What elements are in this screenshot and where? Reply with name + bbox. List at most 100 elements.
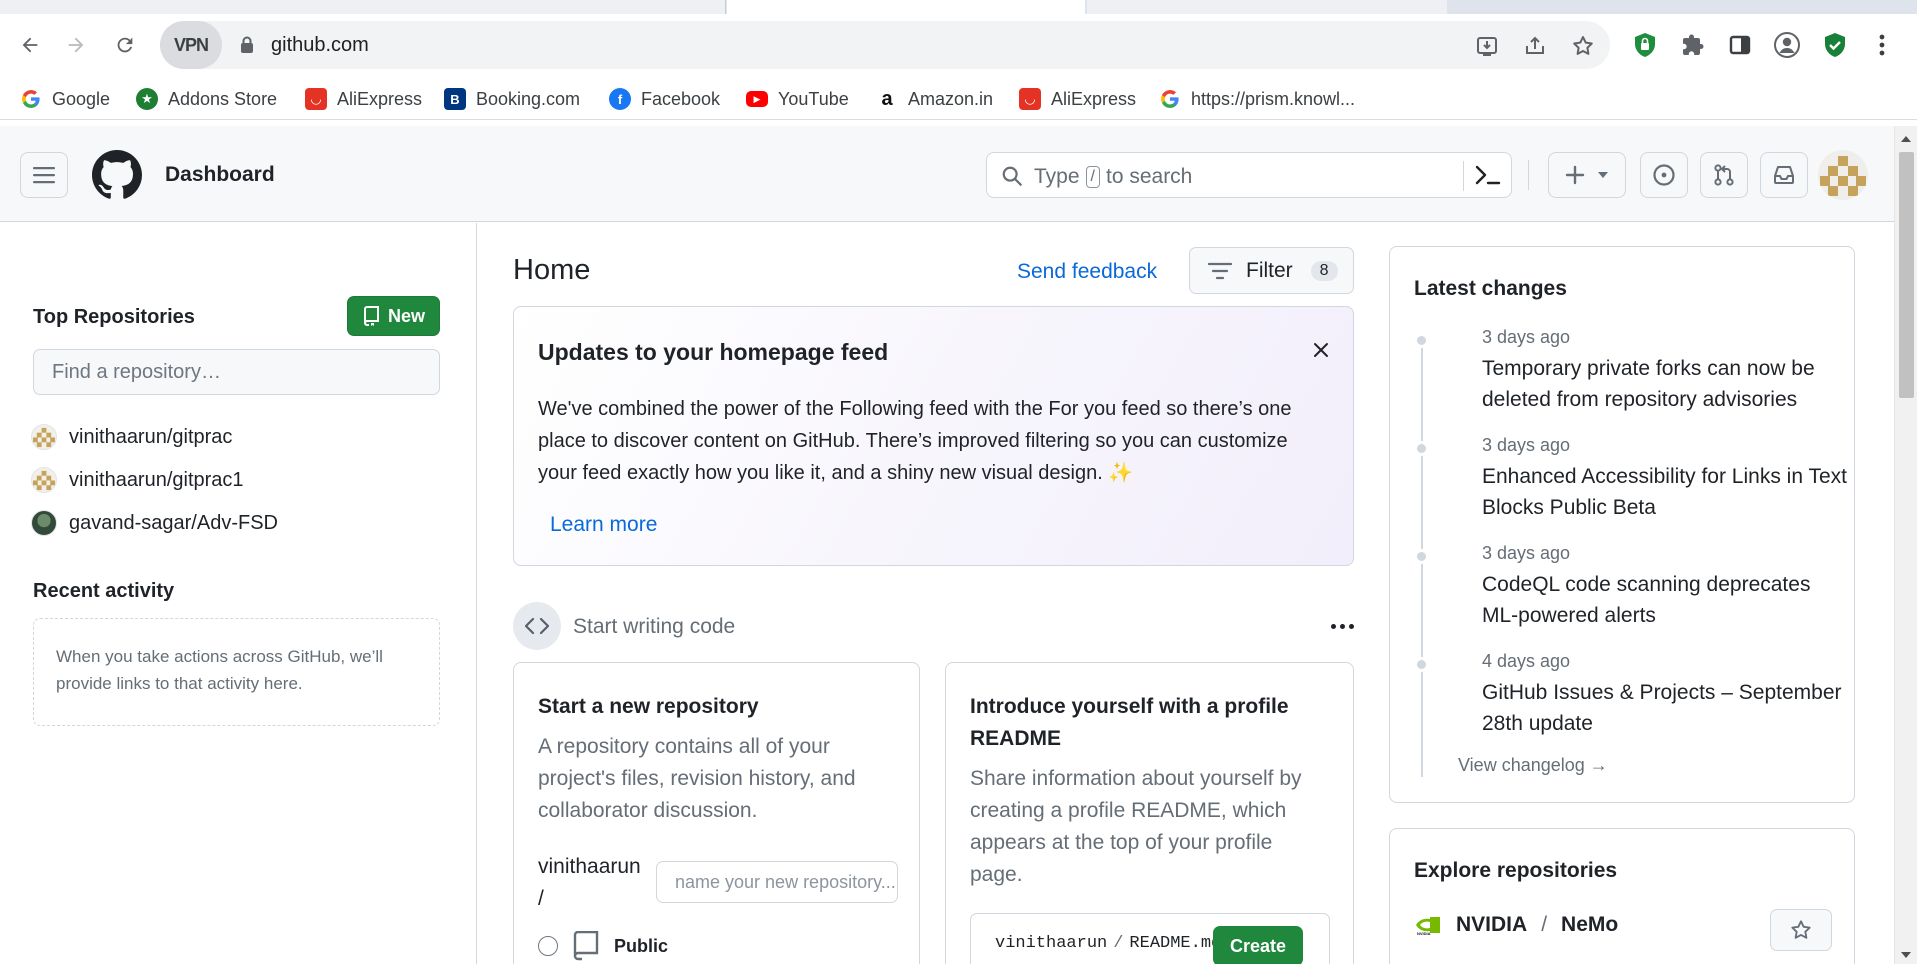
bookmark-label: YouTube (778, 88, 849, 109)
google-icon (1159, 88, 1181, 110)
readme-path-separator: / (1113, 934, 1124, 953)
adblock-shield-icon[interactable] (1630, 30, 1660, 60)
changelog-title-link[interactable]: GitHub Issues & Projects – September 28t… (1482, 677, 1852, 739)
changelog-date: 4 days ago (1482, 651, 1571, 671)
bookmark-addons-store[interactable]: ★ Addons Store (136, 84, 277, 114)
recent-activity-empty-state: When you take actions across GitHub, we’… (33, 618, 440, 726)
public-radio[interactable] (538, 936, 558, 956)
search-shortcut-key: / (1085, 166, 1100, 188)
changelog-date: 3 days ago (1482, 435, 1571, 455)
search-input[interactable]: Type / to search (986, 152, 1512, 198)
view-changelog-link[interactable]: View changelog → (1458, 755, 1608, 776)
bookmark-youtube[interactable]: ▶ YouTube (746, 84, 849, 114)
readme-path-file: README.md (1129, 934, 1222, 953)
address-bar[interactable]: VPN github.com (160, 21, 1610, 69)
url-text[interactable]: github.com (271, 34, 369, 57)
browser-tab-active[interactable] (727, 0, 1085, 14)
forward-icon[interactable] (61, 30, 91, 60)
search-placeholder: Type / to search (1034, 165, 1192, 189)
card-description: A repository contains all of your projec… (538, 735, 856, 822)
timeline-dot (1414, 441, 1429, 456)
explore-repo-name: NeMo (1561, 913, 1619, 936)
vpn-icon[interactable]: VPN (160, 21, 222, 69)
bookmark-aliexpress[interactable]: ◡ AliExpress (305, 84, 422, 114)
bookmark-label: Google (52, 88, 111, 109)
bookmark-aliexpress[interactable]: ◡ AliExpress (1019, 84, 1136, 114)
pull-requests-button[interactable] (1700, 152, 1748, 198)
aliexpress-icon: ◡ (305, 88, 327, 110)
star-icon (1791, 920, 1811, 939)
filter-button[interactable]: Filter 8 (1189, 247, 1354, 294)
more-options-icon[interactable] (1326, 614, 1358, 638)
profile-icon[interactable] (1772, 30, 1802, 60)
star-repo-button[interactable] (1770, 909, 1832, 951)
bookmark-booking[interactable]: B Booking.com (444, 84, 580, 114)
create-new-dropdown-button[interactable] (1548, 152, 1626, 198)
bookmark-star-icon[interactable] (1570, 33, 1596, 59)
bookmark-label: Amazon.in (908, 88, 994, 109)
reload-icon[interactable] (110, 30, 140, 60)
explore-repo-separator: / (1541, 913, 1548, 936)
find-repository-input[interactable] (33, 349, 440, 395)
scroll-up-arrow-icon[interactable] (1901, 136, 1911, 142)
security-check-icon[interactable] (1820, 30, 1850, 60)
nvidia-logo-icon: NVIDIA (1414, 914, 1442, 936)
chrome-menu-icon[interactable] (1867, 30, 1897, 60)
page-context-title[interactable]: Dashboard (165, 163, 275, 187)
new-repository-card: Start a new repository A repository cont… (513, 662, 920, 964)
scroll-down-arrow-icon[interactable] (1901, 952, 1911, 958)
share-icon[interactable] (1522, 33, 1548, 59)
send-feedback-link[interactable]: Send feedback (1017, 260, 1157, 284)
hamburger-menu-button[interactable] (20, 152, 68, 198)
changelog-title-link[interactable]: Enhanced Accessibility for Links in Text… (1482, 461, 1852, 523)
new-repository-button[interactable]: New (347, 296, 440, 336)
github-logo-icon[interactable] (92, 150, 142, 200)
close-icon[interactable] (1308, 337, 1334, 363)
bookmark-facebook[interactable]: f Facebook (609, 84, 720, 114)
install-app-icon[interactable] (1474, 33, 1500, 59)
changelog-title-link[interactable]: CodeQL code scanning deprecates ML-power… (1482, 569, 1852, 631)
bookmark-amazon[interactable]: a Amazon.in (876, 84, 993, 114)
lock-icon[interactable] (240, 36, 254, 59)
browser-tab[interactable] (1087, 0, 1447, 14)
recent-activity-heading: Recent activity (33, 580, 175, 602)
learn-more-link[interactable]: Learn more (550, 513, 657, 537)
amazon-icon: a (881, 87, 893, 110)
section-heading: Start writing code (573, 615, 736, 638)
back-icon[interactable] (15, 30, 45, 60)
new-repo-name-input[interactable] (656, 861, 898, 903)
changelog-title-link[interactable]: Temporary private forks can now be delet… (1482, 353, 1852, 415)
banner-title: Updates to your homepage feed (538, 339, 889, 365)
repo-link[interactable]: vinithaarun/gitprac (31, 422, 232, 452)
readme-create-box: vinithaarun / README.md Create (970, 913, 1330, 964)
bookmark-label: AliExpress (337, 88, 423, 109)
repo-link[interactable]: vinithaarun/gitprac1 (31, 465, 244, 495)
git-pull-request-icon (1714, 164, 1734, 186)
explore-repo-link[interactable]: NVIDIA NVIDIA / NeMo (1414, 913, 1618, 937)
header-divider (1528, 160, 1529, 190)
timeline-dot (1414, 549, 1429, 564)
repo-owner-label: vinithaarun / (538, 851, 641, 915)
timeline-dot (1414, 657, 1429, 672)
github-header: Dashboard Type / to search (0, 126, 1894, 222)
visibility-public-option[interactable]: Public (538, 931, 668, 961)
new-button-label: New (387, 305, 425, 326)
changelog-date: 3 days ago (1482, 327, 1571, 347)
repo-name: gavand-sagar/Adv-FSD (69, 511, 278, 534)
card-title: Start a new repository (538, 695, 759, 718)
create-readme-button[interactable]: Create (1213, 926, 1303, 964)
bookmark-google[interactable]: Google (20, 84, 110, 114)
bookmark-prism[interactable]: https://prism.knowl... (1159, 84, 1355, 114)
scrollbar-thumb[interactable] (1899, 152, 1914, 398)
inbox-button[interactable] (1760, 152, 1808, 198)
extensions-puzzle-icon[interactable] (1678, 30, 1708, 60)
issues-button[interactable] (1640, 152, 1688, 198)
page-scrollbar[interactable] (1894, 126, 1917, 964)
banner-body: We've combined the power of the Followin… (538, 398, 1292, 484)
repo-link[interactable]: gavand-sagar/Adv-FSD (31, 508, 278, 538)
side-panel-icon[interactable] (1725, 30, 1755, 60)
user-avatar[interactable] (1818, 150, 1868, 200)
browser-tab[interactable] (0, 0, 726, 14)
command-palette-icon[interactable] (1475, 164, 1501, 191)
card-description: Share information about yourself by crea… (970, 767, 1302, 886)
